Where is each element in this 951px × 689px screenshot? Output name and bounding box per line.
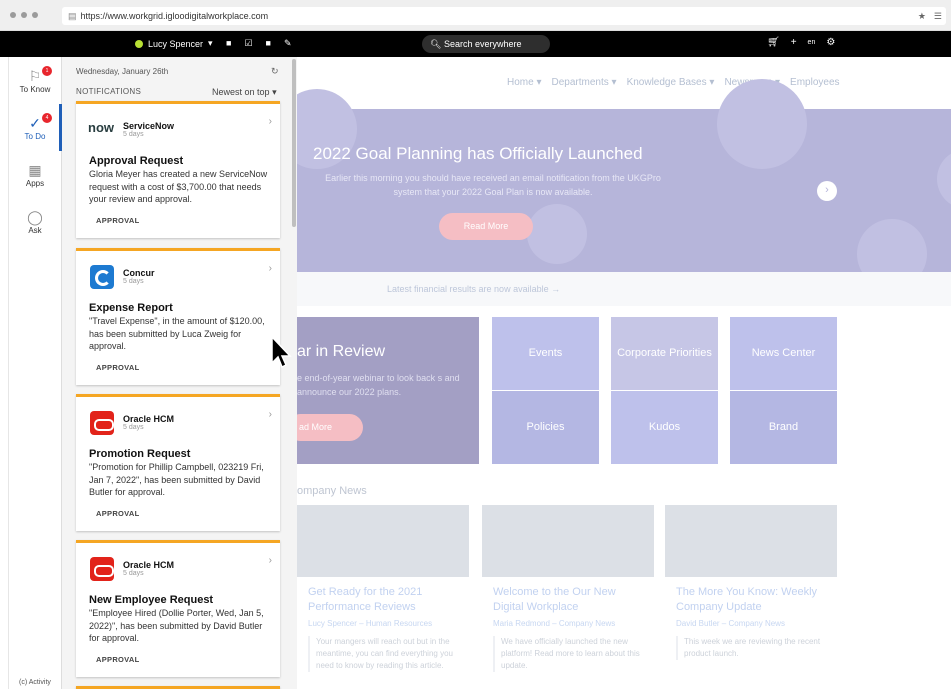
sidebar-item-label: Ask <box>28 226 42 235</box>
user-menu[interactable]: Lucy Spencer ▾ <box>135 38 213 49</box>
user-name: Lucy Spencer <box>148 38 204 49</box>
speech-bubble-icon: ◯ <box>27 209 43 225</box>
edit-icon[interactable]: ✎ <box>284 38 292 49</box>
oracle-logo-icon <box>90 557 114 581</box>
panel-date: Wednesday, January 26th <box>76 67 169 76</box>
refresh-icon[interactable]: ↻ <box>271 66 279 77</box>
notification-age: 5 days <box>123 278 144 285</box>
search-placeholder: Search everywhere <box>443 39 522 49</box>
checklist-icon: ✓ <box>29 115 41 131</box>
concur-logo-icon <box>90 265 114 289</box>
notification-card[interactable]: Oracle HCM 5 days › Promotion Request "P… <box>76 394 280 531</box>
sidebar-item-apps[interactable]: ▦ Apps <box>9 151 61 198</box>
notification-age: 5 days <box>123 131 144 138</box>
browser-chrome: ▤ https://www.workgrid.igloodigitalworkpl… <box>0 0 951 31</box>
notification-tag: APPROVAL <box>96 216 140 225</box>
activity-link[interactable]: (c) Activity <box>19 679 51 686</box>
notification-body: "Travel Expense", in the amount of $120.… <box>89 316 265 351</box>
notification-app: ServiceNow <box>123 121 175 131</box>
lock-icon: ▤ <box>68 11 77 21</box>
notification-title: Expense Report <box>89 302 173 314</box>
sidebar-item-label: To Know <box>19 85 51 94</box>
notification-title: Promotion Request <box>89 448 191 460</box>
notification-age: 5 days <box>123 570 144 577</box>
cart-icon[interactable]: 🛒︎ <box>767 37 780 48</box>
notification-age: 5 days <box>123 424 144 431</box>
servicenow-logo-icon: now <box>88 120 114 135</box>
sidebar-item-ask[interactable]: ◯ Ask <box>9 198 61 245</box>
notification-app: Oracle HCM <box>123 414 175 424</box>
to-do-badge: 4 <box>42 113 52 123</box>
plus-icon[interactable]: + <box>791 37 797 48</box>
notification-body: "Employee Hired (Dollie Porter, Wed, Jan… <box>89 608 264 643</box>
checkbox-icon[interactable]: ☑ <box>244 38 252 49</box>
workgrid-sidebar: ⚐ 1 To Know ✓ 4 To Do ▦ Apps ◯ Ask (c) A… <box>8 57 62 689</box>
to-know-badge: 1 <box>42 66 52 76</box>
sidebar-item-to-do[interactable]: ✓ 4 To Do <box>9 104 62 151</box>
notifications-heading: NOTIFICATIONS <box>76 87 142 96</box>
notification-app: Oracle HCM <box>123 560 175 570</box>
mouse-cursor-icon <box>271 335 292 369</box>
grid-icon: ▦ <box>28 162 42 178</box>
chevron-down-icon: ▾ <box>272 87 277 97</box>
chevron-right-icon[interactable]: › <box>269 116 272 127</box>
chevron-right-icon[interactable]: › <box>269 263 272 274</box>
workgrid-toolbar: Lucy Spencer ▾ ■ ☑ ■ ✎ 🔍︎ Search everywhe… <box>0 31 951 57</box>
chat-icon[interactable]: ■ <box>226 38 231 49</box>
flag-icon: ⚐ <box>28 68 42 84</box>
window-controls[interactable] <box>10 12 38 18</box>
notifications-panel: Wednesday, January 26th ↻ NOTIFICATIONS … <box>62 57 297 689</box>
notification-tag: APPROVAL <box>96 655 140 664</box>
notification-card[interactable]: now ServiceNow 5 days › Approval Request… <box>76 101 280 238</box>
chevron-right-icon[interactable]: › <box>269 555 272 566</box>
star-icon[interactable]: ★ <box>918 7 926 25</box>
page-overlay[interactable] <box>297 57 951 689</box>
sort-dropdown[interactable]: Newest on top ▾ <box>212 87 277 98</box>
sort-label: Newest on top <box>212 87 270 97</box>
menu-icon[interactable]: ☰ <box>934 7 942 25</box>
panel-scrollbar[interactable] <box>292 59 296 227</box>
gear-icon[interactable]: ⚙ <box>826 37 835 48</box>
notification-tag: APPROVAL <box>96 509 140 518</box>
notification-app: Concur <box>123 268 155 278</box>
address-bar[interactable]: ▤ https://www.workgrid.igloodigitalworkpl… <box>62 7 946 25</box>
sidebar-item-to-know[interactable]: ⚐ 1 To Know <box>9 57 61 104</box>
notification-body: Gloria Meyer has created a new ServiceNo… <box>89 169 268 204</box>
notification-card[interactable]: Concur 5 days › Expense Report "Travel E… <box>76 248 280 385</box>
chevron-right-icon[interactable]: › <box>269 409 272 420</box>
url-text: https://www.workgrid.igloodigitalworkpla… <box>80 11 269 21</box>
notification-tag: APPROVAL <box>96 363 140 372</box>
bookmark-icon[interactable]: ■ <box>266 38 271 49</box>
global-search[interactable]: 🔍︎ Search everywhere <box>422 35 550 53</box>
language-selector[interactable]: en <box>808 39 816 46</box>
oracle-logo-icon <box>90 411 114 435</box>
caret-down-icon: ▾ <box>208 38 213 48</box>
notification-body: "Promotion for Phillip Campbell, 023219 … <box>89 462 264 497</box>
sidebar-item-label: To Do <box>24 132 46 141</box>
search-icon: 🔍︎ <box>430 39 442 49</box>
notification-card[interactable]: Oracle HCM 5 days › New Employee Request… <box>76 540 280 677</box>
notification-title: New Employee Request <box>89 594 214 606</box>
notification-title: Approval Request <box>89 155 184 167</box>
presence-dot <box>135 39 143 48</box>
sidebar-item-label: Apps <box>25 179 45 188</box>
